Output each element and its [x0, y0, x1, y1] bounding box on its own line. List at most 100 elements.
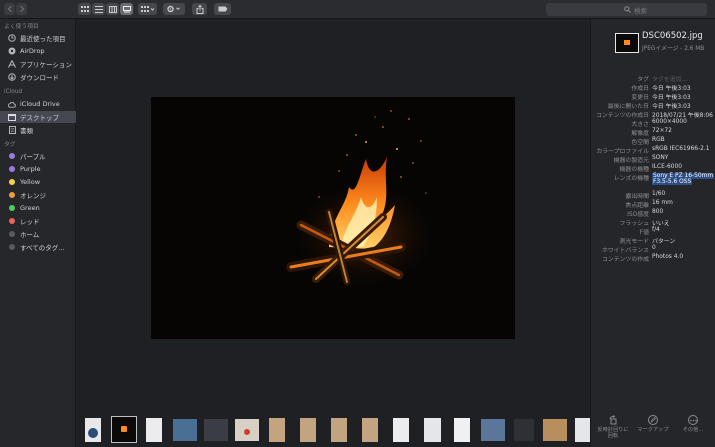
meta-row: 作成日 今日 午後3:03: [591, 83, 715, 92]
tag-dot-icon: [9, 192, 15, 198]
meta-value: f/4: [652, 227, 660, 233]
search-field[interactable]: 検索: [546, 3, 707, 16]
tag-dot-icon: [9, 205, 15, 211]
add-tag-field[interactable]: タグを追加...: [652, 74, 687, 83]
gallery-view-button[interactable]: [120, 3, 133, 15]
column-view-button[interactable]: [106, 3, 119, 15]
thumbnail-doc-2[interactable]: [393, 418, 409, 442]
thumbnail-photo-2[interactable]: [204, 419, 228, 441]
meta-row: 焦点距離 16 mm: [591, 200, 715, 209]
meta-label: コンテンツの作成日: [595, 113, 649, 119]
thumbnail-box-1[interactable]: [269, 418, 285, 442]
thumbnail-photo-4[interactable]: [481, 419, 505, 441]
meta-row: 大きさ 6000×4000: [591, 119, 715, 128]
rotate-left-button[interactable]: 反時計回りに 回転: [595, 415, 631, 439]
meta-row: コンテンツの作成日 2018/07/21 午後8:06: [591, 110, 715, 119]
sidebar-item-recents[interactable]: 最近使った項目: [0, 32, 76, 44]
meta-row: フラッシュ いいえ: [591, 218, 715, 227]
thumbnail-box-2[interactable]: [300, 418, 316, 442]
sidebar-all-tags[interactable]: すべてのタグ...: [0, 241, 76, 253]
sidebar-item-documents[interactable]: 書類: [0, 124, 76, 136]
tag-dot-icon: [9, 218, 15, 224]
thumbnail-doc-3[interactable]: [424, 418, 441, 442]
meta-label: 測光モード: [619, 239, 649, 245]
sidebar-tag-purple[interactable]: Purple: [0, 163, 76, 175]
sidebar-item-label: アプリケーション: [20, 61, 72, 69]
meta-value: いいえ: [652, 221, 670, 227]
search-icon: [624, 6, 631, 13]
sidebar-tag-orange[interactable]: オレンジ: [0, 189, 76, 201]
tag-icon: [218, 6, 227, 12]
thumbnail-box-4[interactable]: [362, 418, 378, 442]
sidebar-item-label: オレンジ: [20, 192, 46, 200]
group-button[interactable]: [138, 3, 157, 15]
rotate-left-icon: [608, 415, 618, 425]
action-label: その他...: [682, 427, 704, 433]
meta-value: SONY: [652, 155, 669, 161]
sidebar-item-applications[interactable]: アプリケーション: [0, 58, 76, 70]
meta-value: 16 mm: [652, 200, 673, 206]
markup-button[interactable]: マークアップ: [635, 415, 671, 433]
thumbnail-photo-6[interactable]: [543, 419, 567, 441]
action-button[interactable]: [163, 3, 185, 15]
list-view-button[interactable]: [92, 3, 105, 15]
thumbnail-doc-1[interactable]: [146, 418, 162, 442]
meta-row-tags: タグ タグを追加...: [591, 74, 715, 83]
sidebar-section-tags: タグ: [4, 142, 16, 148]
meta-value: 1/60: [652, 191, 666, 197]
thumbnail-box-3[interactable]: [331, 418, 347, 442]
download-icon: [8, 73, 16, 81]
back-button[interactable]: [4, 3, 15, 15]
sidebar-item-airdrop[interactable]: AirDrop: [0, 45, 76, 57]
thumbnail-quicktime[interactable]: [85, 418, 101, 442]
sidebar-tag-home[interactable]: ホーム: [0, 228, 76, 240]
sidebar-tag-green[interactable]: Green: [0, 202, 76, 214]
tag-button[interactable]: [214, 3, 231, 15]
meta-value: パターン: [652, 239, 676, 245]
thumbnail-photo-5[interactable]: [514, 419, 534, 441]
meta-label: 解像度: [631, 131, 649, 137]
sidebar-item-downloads[interactable]: ダウンロード: [0, 71, 76, 83]
forward-button[interactable]: [16, 3, 27, 15]
meta-value: Photos 4.0: [652, 254, 684, 260]
sidebar-tag-purple-ja[interactable]: パープル: [0, 150, 76, 162]
preview-photo[interactable]: [151, 97, 515, 339]
share-icon: [196, 4, 203, 14]
meta-label: コンテンツの作成: [601, 257, 649, 263]
icon-view-button[interactable]: [78, 3, 91, 15]
sidebar-item-desktop[interactable]: デスクトップ: [0, 111, 76, 123]
cloud-icon: [8, 100, 16, 108]
sidebar-tag-yellow[interactable]: Yellow: [0, 176, 76, 188]
meta-label: カラープロファイル: [596, 149, 649, 155]
thumbnail-doc-4[interactable]: [454, 418, 470, 442]
chevron-left-icon: [7, 5, 12, 13]
quicktime-icon: [88, 428, 98, 438]
sidebar-item-icloud-drive[interactable]: iCloud Drive: [0, 98, 76, 110]
group-icon: [140, 5, 154, 12]
meta-value: 今日 午後3:03: [652, 104, 691, 110]
meta-value: RGB: [652, 137, 665, 143]
share-button[interactable]: [192, 3, 207, 15]
thumbnail-photo-1[interactable]: [173, 419, 197, 441]
meta-row: カラープロファイル sRGB IEC61966-2.1: [591, 146, 715, 155]
thumbnail-doc-5[interactable]: [575, 418, 590, 442]
meta-row: 最後に開いた日 今日 午後3:03: [591, 101, 715, 110]
airdrop-icon: [8, 47, 16, 55]
more-button[interactable]: その他...: [675, 415, 711, 433]
thumbnail-selected[interactable]: [111, 416, 137, 443]
tag-dot-icon: [9, 153, 15, 159]
sidebar-tag-red[interactable]: レッド: [0, 215, 76, 227]
meta-value: ILCE-6000: [652, 164, 682, 170]
columns-icon: [108, 5, 117, 13]
grid-icon: [80, 5, 89, 12]
meta-label: 機器の機種: [619, 167, 649, 173]
thumbnail-photo-3[interactable]: [235, 419, 259, 441]
meta-label: ホワイトバランス: [601, 248, 649, 254]
meta-value: sRGB IEC61966-2.1: [652, 146, 710, 152]
sidebar-item-label: iCloud Drive: [20, 100, 60, 108]
meta-value-lens[interactable]: Sony E PZ 16-50mm F3.5-5.6 OSS: [652, 173, 715, 185]
sidebar-item-label: 書類: [20, 127, 33, 135]
filmstrip: [76, 414, 590, 447]
sidebar-item-label: デスクトップ: [20, 114, 59, 122]
sidebar-section-icloud: iCloud: [4, 89, 23, 95]
